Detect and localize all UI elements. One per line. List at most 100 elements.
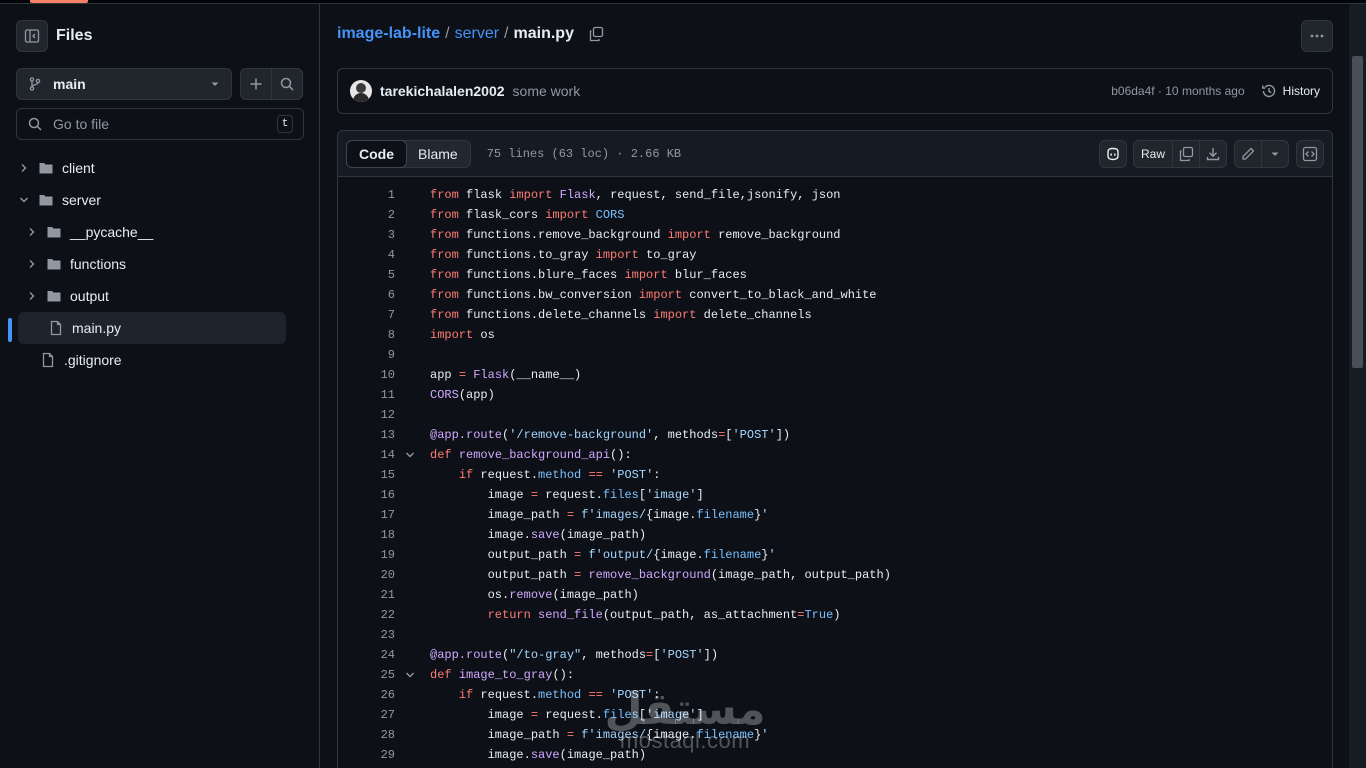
code-line: 14 def remove_background_api(): (338, 445, 1332, 465)
chevron-down-icon (16, 194, 32, 206)
git-branch-icon (29, 77, 41, 91)
line-source: if request.method == 'POST': (458, 468, 661, 482)
branch-name: main (53, 76, 86, 92)
fold-chevron-icon[interactable] (404, 449, 416, 465)
fold-chevron-icon[interactable] (404, 669, 416, 685)
line-number: 15 (380, 468, 395, 482)
line-number: 8 (387, 328, 395, 342)
line-number: 9 (387, 348, 395, 362)
line-number: 22 (380, 608, 395, 622)
code-line: 8 import os (338, 325, 1332, 345)
keyboard-shortcut-badge: t (277, 115, 293, 133)
commit-author[interactable]: tarekichalalen2002 (380, 83, 505, 99)
file-icon (40, 352, 56, 368)
copy-icon (1179, 146, 1194, 162)
tree-item-functions[interactable]: functions (24, 250, 126, 278)
scrollbar-thumb[interactable] (1352, 56, 1363, 368)
add-file-button[interactable] (240, 68, 272, 100)
collapse-sidebar-button[interactable] (16, 20, 48, 52)
folder-icon (46, 224, 62, 240)
line-source: image.save(image_path) (430, 528, 647, 542)
file-tree-sidebar: Files main Go to file t client server __… (0, 4, 320, 768)
tree-item-gitignore[interactable]: .gitignore (40, 346, 122, 374)
code-line: 2 from flask_cors import CORS (338, 205, 1332, 225)
line-number: 5 (387, 268, 395, 282)
chevron-right-icon (24, 258, 40, 270)
line-source: def remove_background_api(): (430, 448, 632, 462)
tree-item-main-py[interactable]: main.py (18, 312, 286, 344)
line-source: if request.method == 'POST': (458, 688, 661, 702)
download-button[interactable] (1199, 140, 1227, 168)
tree-item-label: __pycache__ (70, 224, 154, 240)
code-line: 24 @app.route("/to-gray", methods=['POST'… (338, 645, 1332, 665)
symbols-panel-button[interactable] (1296, 140, 1324, 168)
tree-item-output[interactable]: output (24, 282, 109, 310)
line-number: 4 (387, 248, 395, 262)
code-line: 21 os.remove(image_path) (338, 585, 1332, 605)
tree-item-pycache[interactable]: __pycache__ (24, 218, 153, 246)
line-source: from flask_cors import CORS (430, 208, 625, 222)
line-source: import os (430, 328, 495, 342)
code-lines: 1 from flask import Flask, request, send_… (338, 185, 1332, 765)
code-line: 28 image_path = f'images/{image.filename… (338, 725, 1332, 745)
tab-code[interactable]: Code (346, 139, 407, 168)
file-info: 75 lines (63 loc) · 2.66 KB (486, 146, 682, 161)
go-to-file-placeholder: Go to file (53, 116, 110, 132)
line-source: output_path = remove_background(image_pa… (430, 568, 891, 582)
caret-down-icon (1271, 152, 1279, 156)
history-label: History (1282, 84, 1320, 98)
code-line: 20 output_path = remove_background(image… (338, 565, 1332, 585)
breadcrumb: image-lab-lite / server / main.py (337, 25, 604, 43)
folder-icon (46, 256, 62, 272)
tree-item-label: functions (70, 256, 127, 272)
go-to-file-input[interactable]: Go to file t (16, 108, 304, 140)
line-number: 3 (387, 228, 395, 242)
commit-message[interactable]: some work (513, 83, 1112, 99)
copy-raw-button[interactable] (1172, 140, 1200, 168)
copilot-button[interactable] (1099, 140, 1127, 168)
breadcrumb-repo-link[interactable]: image-lab-lite (337, 25, 440, 43)
code-line: 16 image = request.files['image'] (338, 485, 1332, 505)
line-source: os.remove(image_path) (430, 588, 639, 602)
author-avatar[interactable] (350, 80, 372, 102)
raw-button[interactable]: Raw (1133, 140, 1173, 168)
commit-meta[interactable]: b06da4f · 10 months ago (1111, 84, 1244, 98)
tree-item-server[interactable]: server (16, 186, 101, 214)
edit-file-button[interactable] (1234, 140, 1262, 168)
tab-blame[interactable]: Blame (406, 141, 470, 167)
line-source: output_path = f'output/{image.filename}' (430, 548, 776, 562)
chevron-right-icon (24, 226, 40, 238)
line-number: 29 (380, 748, 395, 762)
line-number: 24 (380, 648, 395, 662)
code-line: 6 from functions.bw_conversion import con… (338, 285, 1332, 305)
line-source: @app.route("/to-gray", methods=['POST']) (430, 648, 719, 662)
breadcrumb-current-file: main.py (513, 25, 574, 42)
code-line: 26 if request.method == 'POST': (338, 685, 1332, 705)
edit-options-dropdown[interactable] (1261, 140, 1289, 168)
page-scrollbar[interactable] (1349, 4, 1366, 768)
line-source: from functions.to_gray import to_gray (430, 248, 697, 262)
code-line: 18 image.save(image_path) (338, 525, 1332, 545)
breadcrumb-folder-link[interactable]: server (455, 25, 499, 43)
branch-selector[interactable]: main (16, 68, 232, 100)
line-number: 26 (380, 688, 395, 702)
code-line: 13 @app.route('/remove-background', metho… (338, 425, 1332, 445)
more-options-button[interactable] (1301, 20, 1333, 52)
folder-open-icon (38, 192, 54, 208)
sidebar-title: Files (56, 27, 93, 44)
line-number: 25 (380, 668, 395, 682)
tree-item-client[interactable]: client (16, 154, 95, 182)
code-line: 19 output_path = f'output/{image.filenam… (338, 545, 1332, 565)
tree-item-label: client (62, 160, 95, 176)
history-button[interactable]: History (1261, 83, 1320, 99)
line-number: 23 (380, 628, 395, 642)
pencil-icon (1242, 147, 1255, 160)
search-files-button[interactable] (271, 68, 303, 100)
tree-item-label: output (70, 288, 109, 304)
code-line: 7 from functions.delete_channels import d… (338, 305, 1332, 325)
line-number: 10 (380, 368, 395, 382)
line-number: 12 (380, 408, 395, 422)
copy-path-button[interactable] (588, 26, 604, 42)
line-source: image_path = f'images/{image.filename}' (430, 508, 769, 522)
code-line: 22 return send_file(output_path, as_atta… (338, 605, 1332, 625)
